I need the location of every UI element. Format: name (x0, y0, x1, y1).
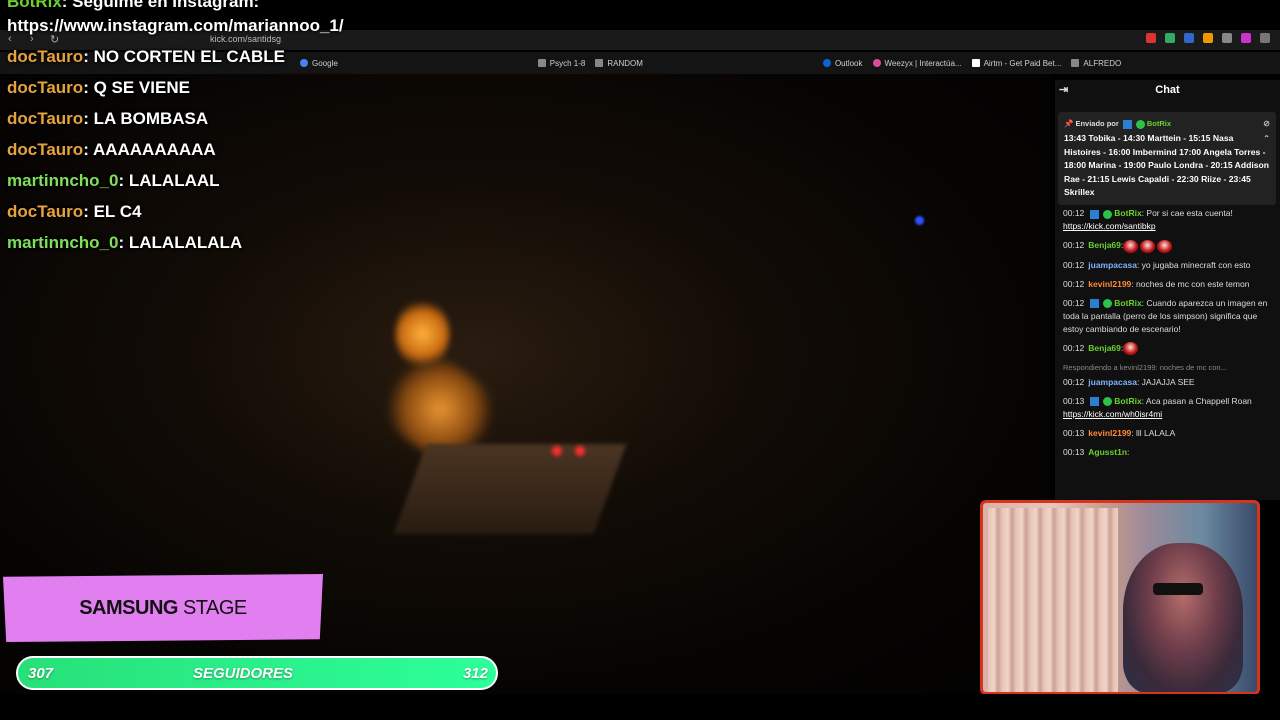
chat-message: 00:12 Benja69: (1063, 239, 1274, 253)
overlay-chat-line: https://www.instagram.com/mariannoo_1/ (7, 16, 344, 35)
chat-message: 00:13 kevinl2199: lll LALALA (1063, 427, 1176, 438)
chevron-up-icon[interactable]: ⌃ (1263, 132, 1270, 145)
overlay-chat-line: martinncho_0: LALALAAL (7, 171, 220, 190)
red-light (575, 446, 585, 456)
webcam-overlay (980, 500, 1260, 695)
chat-message: 00:13 BotRix: Aca pasan a Chappell Roan ht… (1063, 395, 1252, 419)
bookmark-google[interactable]: Google (300, 59, 338, 68)
chat-message: Respondiendo a kevinl2199: noches de mc … (1063, 361, 1274, 389)
outlook-icon (822, 59, 831, 67)
followers-label: SEGUIDORES (192, 664, 294, 682)
verified-badge-icon (1103, 397, 1113, 407)
pinned-text: 13:43 Tobika - 14:30 Marttein - 15:15 Na… (1064, 133, 1270, 198)
pinned-message: 📌 Enviado por BotRix ⊘ ⌃ 13:43 Tobika - … (1058, 112, 1276, 206)
red-light (552, 446, 562, 456)
sunglasses (1153, 583, 1203, 595)
chat-message: 00:12 Benja69: (1063, 341, 1274, 355)
pinned-by: 📌 Enviado por BotRix (1064, 119, 1172, 129)
bookmark-outlook[interactable]: Outlook (822, 59, 863, 68)
bookmark-folder[interactable]: Psych 1-8 (537, 59, 585, 68)
chat-message: 00:12 juampacasa: yo jugaba minecraft con… (1063, 259, 1251, 270)
chat-title: Chat (1155, 83, 1180, 96)
chat-link[interactable]: https://kick.com/wh0isr4mi (1063, 409, 1162, 419)
extension-icon[interactable] (1241, 33, 1251, 43)
streamer (1123, 543, 1243, 692)
overlay-chat-line: docTauro: LA BOMBASA (7, 109, 209, 128)
emote-icon (1157, 239, 1173, 253)
chat-header: ⇥ Chat (1055, 80, 1280, 100)
overlay-chat-line: docTauro: NO CORTEN EL CABLE (7, 47, 285, 66)
menu-icon[interactable] (1260, 33, 1270, 43)
emote-icon (1123, 239, 1139, 253)
chat-panel: ⇥ Chat 📌 Enviado por BotRix ⊘ ⌃ 13:43 To… (1055, 80, 1280, 500)
chat-message: 00:12 BotRix: Cuando aparezca un imagen e… (1063, 297, 1268, 334)
bot-badge-icon (1122, 119, 1132, 129)
verified-badge-icon (1103, 298, 1113, 308)
chat-message: 00:13 Agusst1n: (1063, 446, 1130, 457)
google-icon (300, 59, 308, 67)
collapse-chat-icon[interactable]: ⇥ (1059, 84, 1068, 97)
bot-badge-icon (1090, 298, 1100, 308)
airtm-icon (971, 59, 980, 67)
bookmark-weezyx[interactable]: Weezyx | Interactúa... (872, 59, 962, 68)
overlay-chat-line: docTauro: EL C4 (7, 202, 142, 221)
bot-badge-icon (1090, 209, 1100, 219)
chat-link[interactable]: https://kick.com/santibkp (1063, 221, 1156, 231)
extensions-bar (1146, 33, 1270, 43)
unpin-icon[interactable]: ⊘ (1263, 117, 1270, 130)
followers-goal-bar: 307 SEGUIDORES 312 (16, 656, 498, 690)
bottom-strip (0, 694, 1280, 720)
emote-icon (1140, 239, 1156, 253)
chat-messages: 00:12 BotRix: Por si cae esta cuenta! http… (1055, 205, 1280, 459)
extension-icon[interactable] (1146, 33, 1156, 43)
weezyx-icon (872, 59, 881, 67)
emote-icon (1123, 341, 1139, 355)
bot-badge-icon (1090, 397, 1100, 407)
reply-preview[interactable]: Respondiendo a kevinl2199: noches de mc … (1063, 361, 1274, 374)
blue-light (915, 216, 924, 225)
folder-icon (1071, 59, 1080, 67)
overlay-chat-line: docTauro: AAAAAAAAAA (7, 140, 216, 159)
chat-message: 00:12 BotRix: Por si cae esta cuenta! http… (1063, 208, 1233, 232)
bookmark-airtm[interactable]: Airtm - Get Paid Bet... (971, 59, 1061, 68)
folder-icon (537, 59, 546, 67)
overlay-chat-line: docTauro: Q SE VIENE (7, 78, 190, 97)
dj-desk (393, 444, 627, 534)
extension-icon[interactable] (1184, 33, 1194, 43)
bookmark-folder[interactable]: ALFREDO (1071, 59, 1121, 68)
pin-icon: 📌 (1064, 119, 1076, 128)
extension-icon[interactable] (1165, 33, 1175, 43)
folder-icon (595, 59, 604, 67)
curtain (988, 508, 1118, 692)
extension-icon[interactable] (1203, 33, 1213, 43)
chat-message: 00:12 kevinl2199: noches de mc con este t… (1063, 278, 1250, 289)
verified-badge-icon (1135, 119, 1145, 129)
followers-goal: 312 (462, 664, 488, 682)
bookmark-folder[interactable]: RANDOM (595, 59, 643, 68)
extension-icon[interactable] (1222, 33, 1232, 43)
verified-badge-icon (1103, 209, 1113, 219)
stage-banner: SAMSUNG STAGE (3, 574, 323, 642)
overlay-chat-line: martinncho_0: LALALALALA (7, 233, 243, 252)
